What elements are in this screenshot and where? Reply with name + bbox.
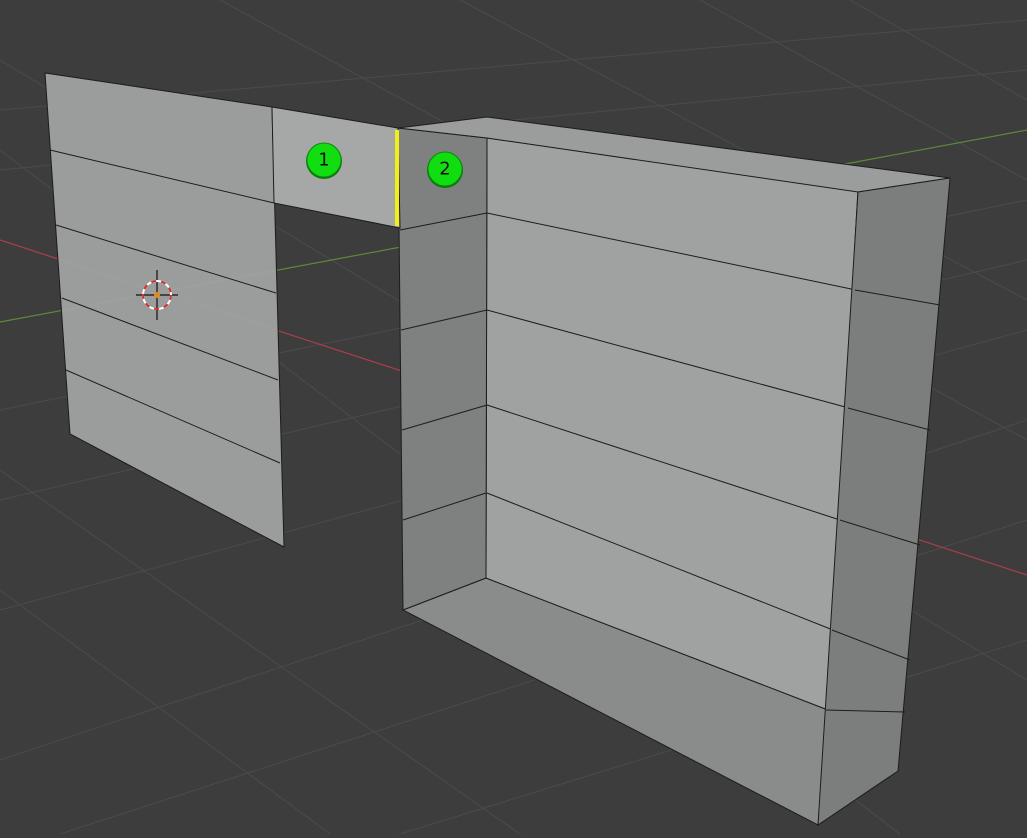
box-left-inner-face[interactable] bbox=[397, 127, 488, 611]
badge-1-label: 1 bbox=[318, 150, 329, 171]
badge-1: 1 bbox=[306, 142, 342, 179]
badge-2: 2 bbox=[427, 151, 463, 188]
badge-2-label: 2 bbox=[439, 159, 450, 180]
3d-viewport[interactable]: 1 2 bbox=[0, 0, 1027, 835]
